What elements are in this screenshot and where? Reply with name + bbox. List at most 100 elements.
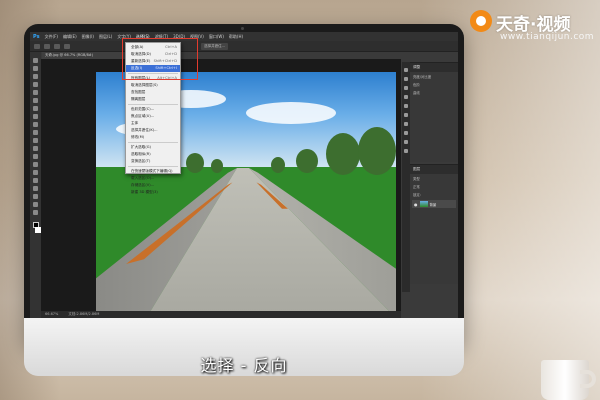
menu-bar: Ps 文件(F) 编辑(E) 图像(I) 图层(L) 文字(Y) 选择(S) 滤… xyxy=(30,32,458,41)
crop-tool-icon[interactable] xyxy=(33,90,38,95)
select-menu-item[interactable]: 选取相似(R) xyxy=(126,151,180,158)
lasso-tool-icon[interactable] xyxy=(33,74,38,79)
paragraph-icon[interactable] xyxy=(404,104,408,108)
menu-edit[interactable]: 编辑(E) xyxy=(63,34,77,40)
gradient-tool-icon[interactable] xyxy=(33,146,38,151)
brush-tool-icon[interactable] xyxy=(33,114,38,119)
select-menu-item[interactable]: 焦点区域(U)... xyxy=(126,113,180,120)
menu-separator xyxy=(128,104,178,105)
layer-name: 背景 xyxy=(429,202,437,207)
photoshop-logo-icon: Ps xyxy=(33,33,40,40)
menu-item-label: 载入选区(O)... xyxy=(131,176,155,180)
healing-brush-icon[interactable] xyxy=(33,106,38,111)
zoom-level: 66.67% xyxy=(45,312,59,316)
dodge-tool-icon[interactable] xyxy=(33,162,38,167)
webcam-dot xyxy=(241,27,244,30)
menu-item-label: 扩大选取(G) xyxy=(131,145,151,149)
status-bar: 66.67% 文档:2.86M/2.86M xyxy=(41,311,401,318)
shape-tool-icon[interactable] xyxy=(33,194,38,199)
menu-image[interactable]: 图像(I) xyxy=(82,34,94,40)
menu-item-label: 选取相似(R) xyxy=(131,152,151,156)
menu-item-label: 修改(M) xyxy=(131,135,145,139)
blur-tool-icon[interactable] xyxy=(33,154,38,159)
select-menu-item[interactable]: 隔离图层 xyxy=(126,96,180,103)
history-brush-icon[interactable] xyxy=(33,130,38,135)
select-menu-item[interactable]: 修改(M) xyxy=(126,134,180,141)
panel-title[interactable]: 图层 xyxy=(410,165,458,174)
subtract-selection-icon[interactable] xyxy=(64,43,70,49)
hand-tool-icon[interactable] xyxy=(33,202,38,207)
menu-item-label: 变换选区(T) xyxy=(131,159,151,163)
type-tool-icon[interactable] xyxy=(33,178,38,183)
document-info: 文档:2.86M/2.86M xyxy=(68,312,100,316)
eye-icon[interactable]: ● xyxy=(414,202,418,207)
select-menu-item[interactable]: 存储选区(V)... xyxy=(126,182,180,189)
menu-item-label: 选择并遮住(K)... xyxy=(131,128,158,132)
eyedropper-tool-icon[interactable] xyxy=(33,98,38,103)
menu-item-label: 色彩范围(C)... xyxy=(131,107,155,111)
navigator-icon[interactable] xyxy=(404,122,408,126)
brand-url: www.tianqijun.com xyxy=(500,32,595,42)
select-menu-item[interactable]: 主体 xyxy=(126,120,180,127)
character-icon[interactable] xyxy=(404,113,408,117)
actions-icon[interactable] xyxy=(404,140,408,144)
options-bar: 选择并遮住... xyxy=(30,41,458,52)
menu-help[interactable]: 帮助(H) xyxy=(229,34,243,40)
adjustments-panel: 调整 亮度/对比度 色阶 曲线 xyxy=(410,62,458,162)
menu-item-label: 存储选区(V)... xyxy=(131,183,155,187)
menu-item-label: 在快速蒙版模式下编辑(Q) xyxy=(131,169,173,173)
select-menu-item[interactable]: 新建 3D 模型(3) xyxy=(126,189,180,196)
select-menu-item[interactable]: 扩大选取(G) xyxy=(126,144,180,151)
select-menu-item[interactable]: 载入选区(O)... xyxy=(126,175,180,182)
brush-settings-icon[interactable] xyxy=(404,86,408,90)
document-tab[interactable]: 天奇.jpg @ 66.7% (RGB/8#) xyxy=(42,52,122,59)
move-tool-icon[interactable] xyxy=(33,58,38,63)
annotation-highlight-box xyxy=(122,38,198,80)
select-menu-item[interactable]: 选择并遮住(K)... xyxy=(126,127,180,134)
pen-tool-icon[interactable] xyxy=(33,170,38,175)
menu-layer[interactable]: 图层(L) xyxy=(99,34,112,40)
menu-window[interactable]: 窗口(W) xyxy=(209,34,224,40)
layer-item[interactable]: ● 背景 xyxy=(412,200,456,208)
info-icon[interactable] xyxy=(404,131,408,135)
select-menu-item[interactable]: 色彩范围(C)... xyxy=(126,106,180,113)
new-selection-icon[interactable] xyxy=(44,43,50,49)
layer-thumbnail xyxy=(419,201,428,207)
select-menu-item[interactable]: 查找图层 xyxy=(126,89,180,96)
lock-options[interactable]: 锁定: xyxy=(410,190,458,198)
menu-separator xyxy=(128,142,178,143)
panel-row[interactable]: 曲线 xyxy=(410,88,458,96)
panel-row[interactable]: 色阶 xyxy=(410,80,458,88)
blend-mode[interactable]: 正常 xyxy=(410,182,458,190)
monitor-screen: Ps 文件(F) 编辑(E) 图像(I) 图层(L) 文字(Y) 选择(S) 滤… xyxy=(30,32,458,318)
select-menu-item[interactable]: 在快速蒙版模式下编辑(Q) xyxy=(126,168,180,175)
channels-icon[interactable] xyxy=(404,149,408,153)
select-menu-item[interactable]: 变换选区(T) xyxy=(126,158,180,165)
panel-title[interactable]: 调整 xyxy=(410,63,458,72)
menu-item-label: 主体 xyxy=(131,121,139,125)
menu-file[interactable]: 文件(F) xyxy=(45,34,58,40)
history-icon[interactable] xyxy=(404,68,408,72)
menu-item-label: 取消选择图层(S) xyxy=(131,83,158,87)
panel-row[interactable]: 亮度/对比度 xyxy=(410,72,458,80)
zoom-tool-icon[interactable] xyxy=(33,210,38,215)
menu-item-label: 焦点区域(U)... xyxy=(131,114,155,118)
properties-icon[interactable] xyxy=(404,77,408,81)
select-and-mask-button[interactable]: 选择并遮住... xyxy=(201,42,228,50)
stamp-tool-icon[interactable] xyxy=(33,122,38,127)
swatches-icon[interactable] xyxy=(404,95,408,99)
eraser-tool-icon[interactable] xyxy=(33,138,38,143)
menu-item-label: 查找图层 xyxy=(131,90,146,94)
path-select-icon[interactable] xyxy=(33,186,38,191)
marquee-tool-icon[interactable] xyxy=(34,43,40,49)
marquee-tool-icon[interactable] xyxy=(33,66,38,71)
layers-panel: 图层 类型 正常 锁定: ● 背景 xyxy=(410,164,458,284)
menu-item-label: 隔离图层 xyxy=(131,97,146,101)
menu-item-label: 新建 3D 模型(3) xyxy=(131,190,158,194)
add-selection-icon[interactable] xyxy=(54,43,60,49)
select-menu-item[interactable]: 取消选择图层(S) xyxy=(126,82,180,89)
quick-select-tool-icon[interactable] xyxy=(33,82,38,87)
layer-filter[interactable]: 类型 xyxy=(410,174,458,182)
menu-separator xyxy=(128,166,178,167)
watermark-logo: 天奇·视频 www.tianqijun.com xyxy=(470,8,596,48)
